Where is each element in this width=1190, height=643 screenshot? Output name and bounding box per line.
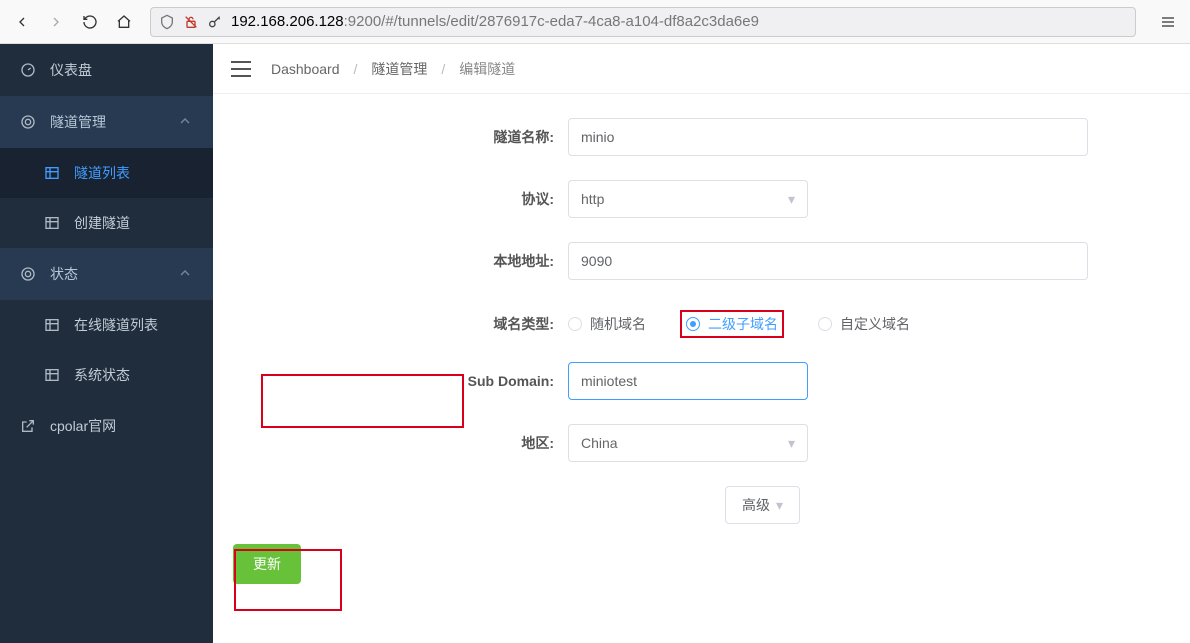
sidebar-item-tunnel-list[interactable]: 隧道列表 — [0, 148, 213, 198]
chevron-down-icon: ▾ — [788, 191, 795, 208]
breadcrumb-sep: / — [441, 61, 445, 77]
breadcrumb-current: 编辑隧道 — [459, 59, 515, 79]
sidebar-item-create-tunnel[interactable]: 创建隧道 — [0, 198, 213, 248]
collapse-sidebar-button[interactable] — [231, 61, 251, 77]
caret-down-icon: ▾ — [776, 497, 783, 514]
sidebar-item-dashboard[interactable]: 仪表盘 — [0, 44, 213, 96]
protocol-select[interactable]: http ▾ — [568, 180, 808, 218]
target-icon — [20, 266, 36, 282]
region-select[interactable]: China ▾ — [568, 424, 808, 462]
sidebar-item-online-list[interactable]: 在线隧道列表 — [0, 300, 213, 350]
radio-custom-domain[interactable]: 自定义域名 — [818, 314, 910, 334]
browser-toolbar: 192.168.206.128:9200/#/tunnels/edit/2876… — [0, 0, 1190, 44]
back-button[interactable] — [8, 8, 36, 36]
table-icon — [44, 215, 60, 231]
key-icon — [207, 14, 223, 30]
sidebar-item-status[interactable]: 状态 — [0, 248, 213, 300]
table-icon — [44, 367, 60, 383]
shield-icon — [159, 14, 175, 30]
sidebar-item-label: 仪表盘 — [50, 60, 92, 80]
sidebar-item-label: 隧道列表 — [74, 163, 130, 183]
radio-second-domain[interactable]: 二级子域名 — [686, 314, 778, 334]
tunnel-name-label: 隧道名称: — [213, 127, 568, 147]
local-addr-input[interactable] — [568, 242, 1088, 280]
sidebar-item-cpolar-site[interactable]: cpolar官网 — [0, 400, 213, 452]
breadcrumb-root[interactable]: Dashboard — [271, 61, 340, 77]
sidebar-item-label: cpolar官网 — [50, 416, 116, 436]
sidebar-item-label: 系统状态 — [74, 365, 130, 385]
sidebar-item-label: 状态 — [50, 264, 78, 284]
address-bar[interactable]: 192.168.206.128:9200/#/tunnels/edit/2876… — [150, 7, 1136, 37]
forward-button[interactable] — [42, 8, 70, 36]
sidebar-item-tunnel-mgmt[interactable]: 隧道管理 — [0, 96, 213, 148]
subdomain-input[interactable] — [568, 362, 808, 400]
sidebar-item-label: 在线隧道列表 — [74, 315, 158, 335]
url-text: 192.168.206.128:9200/#/tunnels/edit/2876… — [231, 13, 759, 30]
list-icon — [44, 165, 60, 181]
sidebar: 仪表盘 隧道管理 隧道列表 创建隧道 状态 在线隧道列表 — [0, 44, 213, 643]
sidebar-item-label: 创建隧道 — [74, 213, 130, 233]
edit-tunnel-form: 隧道名称: 协议: http ▾ 本地地址: 域名类型: 随 — [213, 94, 1190, 608]
topbar: Dashboard / 隧道管理 / 编辑隧道 — [213, 44, 1190, 94]
home-button[interactable] — [110, 8, 138, 36]
target-icon — [20, 114, 36, 130]
domain-type-label: 域名类型: — [213, 314, 568, 334]
subdomain-label: Sub Domain: — [213, 373, 568, 389]
lock-slash-icon — [183, 14, 199, 30]
chevron-up-icon — [177, 113, 193, 132]
chevron-up-icon — [177, 265, 193, 284]
region-label: 地区: — [213, 433, 568, 453]
breadcrumb-sep: / — [354, 61, 358, 77]
main-content: Dashboard / 隧道管理 / 编辑隧道 隧道名称: 协议: http ▾ — [213, 44, 1190, 643]
external-link-icon — [20, 418, 36, 434]
gauge-icon — [20, 62, 36, 78]
chevron-down-icon: ▾ — [788, 435, 795, 452]
sidebar-item-sys-status[interactable]: 系统状态 — [0, 350, 213, 400]
menu-button[interactable] — [1154, 8, 1182, 36]
tunnel-name-input[interactable] — [568, 118, 1088, 156]
breadcrumb-section[interactable]: 隧道管理 — [371, 59, 427, 79]
table-icon — [44, 317, 60, 333]
sidebar-item-label: 隧道管理 — [50, 112, 106, 132]
radio-random-domain[interactable]: 随机域名 — [568, 314, 646, 334]
domain-type-radio-group: 随机域名 二级子域名 自定义域名 — [568, 310, 910, 338]
region-value: China — [581, 435, 618, 451]
reload-button[interactable] — [76, 8, 104, 36]
advanced-button[interactable]: 高级 ▾ — [725, 486, 800, 524]
protocol-value: http — [581, 191, 604, 207]
update-button[interactable]: 更新 — [233, 544, 301, 584]
local-addr-label: 本地地址: — [213, 251, 568, 271]
protocol-label: 协议: — [213, 189, 568, 209]
